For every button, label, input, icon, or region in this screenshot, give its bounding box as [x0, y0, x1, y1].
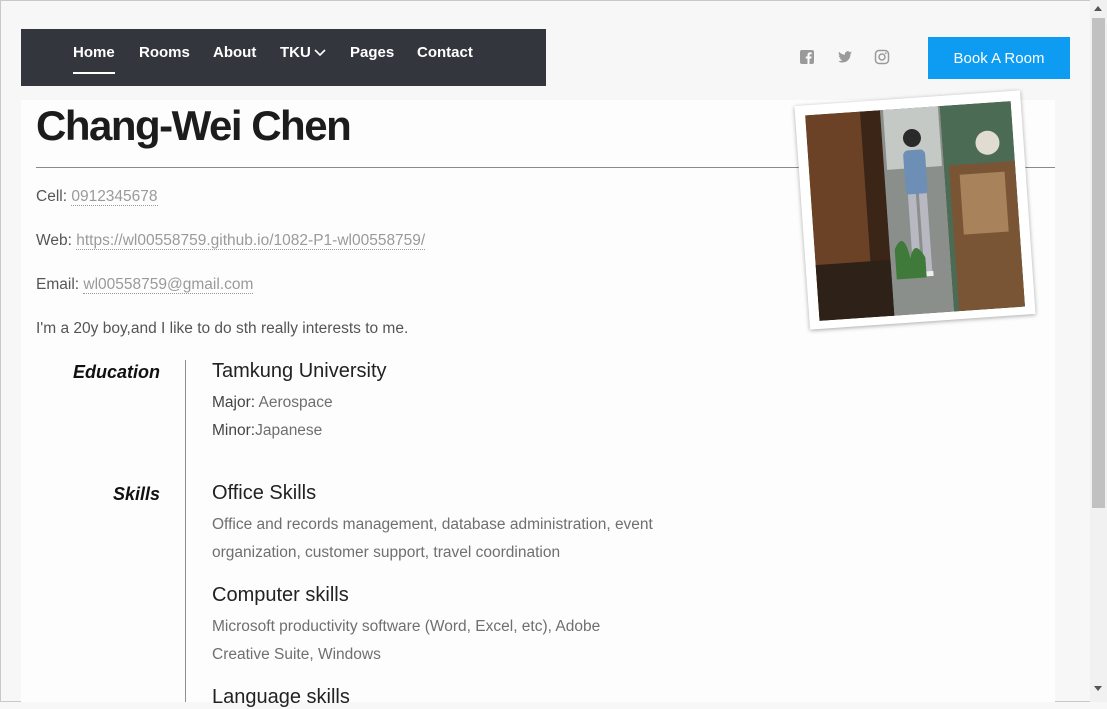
skills-heading: Skills [112, 484, 160, 504]
email-label: Email: [36, 276, 80, 293]
minor-label: Minor: [212, 422, 256, 439]
nav-rooms[interactable]: Rooms [139, 43, 190, 73]
nav-home[interactable]: Home [73, 43, 115, 74]
education-school: Tamkung University [212, 360, 387, 382]
skill-description: Office and records management, database … [212, 516, 653, 561]
twitter-icon[interactable] [837, 49, 853, 65]
profile-name: Chang-Wei Chen [36, 102, 352, 149]
main-navbar: Home Rooms About TKU Pages Contact [21, 29, 546, 86]
nav-tku-dropdown[interactable]: TKU [280, 43, 326, 73]
web-line: Web: https://wl00558759.github.io/1082-P… [36, 232, 426, 250]
nav-pages[interactable]: Pages [350, 43, 394, 73]
book-a-room-button[interactable]: Book A Room [928, 37, 1070, 79]
bio-text: I'm a 20y boy,and I like to do sth reall… [36, 320, 409, 337]
scrollbar-thumb[interactable] [1092, 18, 1105, 508]
nav-about[interactable]: About [213, 43, 256, 73]
education-heading: Education [72, 362, 160, 382]
cell-line: Cell: 0912345678 [36, 188, 158, 206]
cell-link[interactable]: 0912345678 [71, 188, 158, 206]
skill-title: Office Skills [212, 482, 317, 504]
profile-photo [794, 90, 1036, 330]
profile-photo-image [805, 101, 1026, 321]
cell-label: Cell: [36, 188, 68, 205]
facebook-icon[interactable] [799, 49, 815, 65]
web-link[interactable]: https://wl00558759.github.io/1082-P1-wl0… [76, 232, 426, 250]
nav-tku-label: TKU [280, 44, 311, 61]
section-divider-line [185, 360, 186, 702]
scroll-down-arrow-icon[interactable] [1094, 686, 1102, 691]
major-label: Major: [212, 394, 256, 411]
email-link[interactable]: wl00558759@gmail.com [83, 276, 254, 294]
email-line: Email: wl00558759@gmail.com [36, 276, 254, 294]
skill-title: Computer skills [212, 584, 349, 606]
major-value: Aerospace [255, 394, 333, 411]
scroll-up-arrow-icon[interactable] [1094, 6, 1102, 11]
chevron-down-icon [314, 49, 326, 57]
minor-value: Japanese [255, 422, 323, 439]
skill-description: Microsoft productivity software (Word, E… [212, 618, 601, 663]
nav-contact[interactable]: Contact [417, 43, 473, 73]
skill-title: Language skills [212, 686, 350, 708]
instagram-icon[interactable] [874, 49, 890, 65]
education-major: Major: Aerospace [212, 389, 692, 417]
vertical-scrollbar[interactable] [1090, 0, 1107, 702]
web-label: Web: [36, 232, 72, 249]
education-minor: Minor:Japanese [212, 417, 692, 445]
